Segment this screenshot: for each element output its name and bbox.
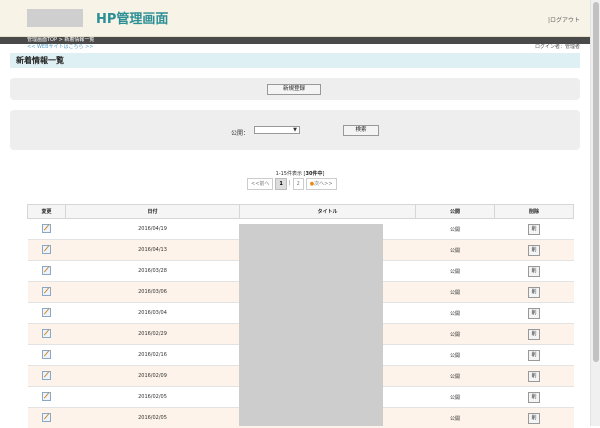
- edit-icon[interactable]: [42, 245, 51, 254]
- delete-button[interactable]: 削: [528, 308, 540, 319]
- site-title: HP管理画面: [96, 8, 168, 27]
- status-cell: 公開: [416, 408, 495, 428]
- status-cell: 公開: [416, 282, 495, 303]
- page-title: 新着情報一覧: [10, 53, 580, 68]
- scrollbar[interactable]: [590, 0, 600, 426]
- header: HP管理画面 |ログアウト: [0, 0, 590, 37]
- delete-button[interactable]: 削: [528, 413, 540, 424]
- delete-button[interactable]: 削: [528, 266, 540, 277]
- pager-info-suffix: ]: [322, 171, 324, 177]
- date-cell: 2016/02/16: [66, 345, 240, 366]
- date-cell: 2016/02/29: [66, 324, 240, 345]
- delete-cell: 削: [495, 261, 574, 282]
- delete-cell: 削: [495, 324, 574, 345]
- edit-cell: [28, 303, 66, 324]
- logo-placeholder: [27, 9, 83, 27]
- status-cell: 公開: [416, 261, 495, 282]
- edit-cell: [28, 219, 66, 240]
- status-cell: 公開: [416, 219, 495, 240]
- new-register-button[interactable]: 新規登録: [267, 84, 321, 95]
- delete-cell: 削: [495, 345, 574, 366]
- status-cell: 公開: [416, 366, 495, 387]
- edit-icon[interactable]: [42, 287, 51, 296]
- pager-next-label: 次へ>>: [314, 181, 332, 187]
- subline: << WEBサイトはこちら >> ログイン者：管理者: [0, 44, 590, 51]
- table-header-row: 変更 日付 タイトル 公開 削除: [28, 205, 574, 219]
- pager-prev[interactable]: <<前へ: [247, 178, 273, 190]
- edit-cell: [28, 282, 66, 303]
- title-redacted-block: [239, 224, 383, 426]
- public-filter-select[interactable]: ▼: [254, 126, 300, 134]
- delete-button[interactable]: 削: [528, 329, 540, 340]
- pager-info-total: 30件中: [305, 171, 322, 177]
- delete-button[interactable]: 削: [528, 287, 540, 298]
- pager-page-1[interactable]: 1: [275, 178, 286, 190]
- col-header-date: 日付: [66, 205, 240, 219]
- pager-next[interactable]: ●次へ>>: [306, 178, 337, 190]
- delete-cell: 削: [495, 408, 574, 428]
- delete-cell: 削: [495, 387, 574, 408]
- date-cell: 2016/03/04: [66, 303, 240, 324]
- breadcrumb: 管理画面TOP > 新着情報一覧: [0, 37, 590, 44]
- delete-cell: 削: [495, 219, 574, 240]
- delete-cell: 削: [495, 366, 574, 387]
- date-cell: 2016/02/05: [66, 387, 240, 408]
- edit-cell: [28, 261, 66, 282]
- edit-icon[interactable]: [42, 350, 51, 359]
- delete-cell: 削: [495, 282, 574, 303]
- edit-cell: [28, 408, 66, 428]
- search-button[interactable]: 検索: [343, 125, 379, 136]
- date-cell: 2016/02/09: [66, 366, 240, 387]
- login-user: ログイン者：管理者: [535, 44, 580, 51]
- new-panel: 新規登録: [10, 78, 580, 100]
- edit-cell: [28, 240, 66, 261]
- date-cell: 2016/04/19: [66, 219, 240, 240]
- edit-icon[interactable]: [42, 224, 51, 233]
- pager-info-prefix: 1-15件表示 [: [276, 171, 306, 177]
- date-cell: 2016/04/13: [66, 240, 240, 261]
- delete-button[interactable]: 削: [528, 392, 540, 403]
- edit-icon[interactable]: [42, 413, 51, 422]
- delete-button[interactable]: 削: [528, 350, 540, 361]
- date-cell: 2016/02/05: [66, 408, 240, 428]
- pager-page-2[interactable]: 2: [293, 178, 304, 190]
- logout-link[interactable]: |ログアウト: [548, 15, 580, 24]
- col-header-title: タイトル: [240, 205, 416, 219]
- scrollbar-thumb[interactable]: [593, 2, 599, 362]
- col-header-public: 公開: [416, 205, 495, 219]
- delete-cell: 削: [495, 240, 574, 261]
- delete-button[interactable]: 削: [528, 371, 540, 382]
- website-link[interactable]: << WEBサイトはこちら >>: [27, 44, 93, 51]
- status-cell: 公開: [416, 303, 495, 324]
- edit-icon[interactable]: [42, 308, 51, 317]
- status-cell: 公開: [416, 387, 495, 408]
- edit-cell: [28, 345, 66, 366]
- edit-cell: [28, 324, 66, 345]
- col-header-delete: 削除: [495, 205, 574, 219]
- delete-button[interactable]: 削: [528, 224, 540, 235]
- edit-cell: [28, 387, 66, 408]
- pagination: <<前へ1|2●次へ>>: [247, 178, 339, 190]
- date-cell: 2016/03/06: [66, 282, 240, 303]
- edit-icon[interactable]: [42, 392, 51, 401]
- delete-button[interactable]: 削: [528, 245, 540, 256]
- chevron-down-icon: ▼: [293, 127, 297, 133]
- col-header-edit: 変更: [28, 205, 66, 219]
- edit-cell: [28, 366, 66, 387]
- delete-cell: 削: [495, 303, 574, 324]
- public-filter-label: 公開：: [231, 128, 249, 137]
- edit-icon[interactable]: [42, 266, 51, 275]
- date-cell: 2016/03/28: [66, 261, 240, 282]
- status-cell: 公開: [416, 345, 495, 366]
- status-cell: 公開: [416, 324, 495, 345]
- status-cell: 公開: [416, 240, 495, 261]
- edit-icon[interactable]: [42, 329, 51, 338]
- search-panel: 公開： ▼ 検索: [10, 110, 580, 150]
- edit-icon[interactable]: [42, 371, 51, 380]
- pager-info: 1-15件表示 [30件中]: [0, 170, 600, 177]
- pager-separator: |: [289, 178, 291, 188]
